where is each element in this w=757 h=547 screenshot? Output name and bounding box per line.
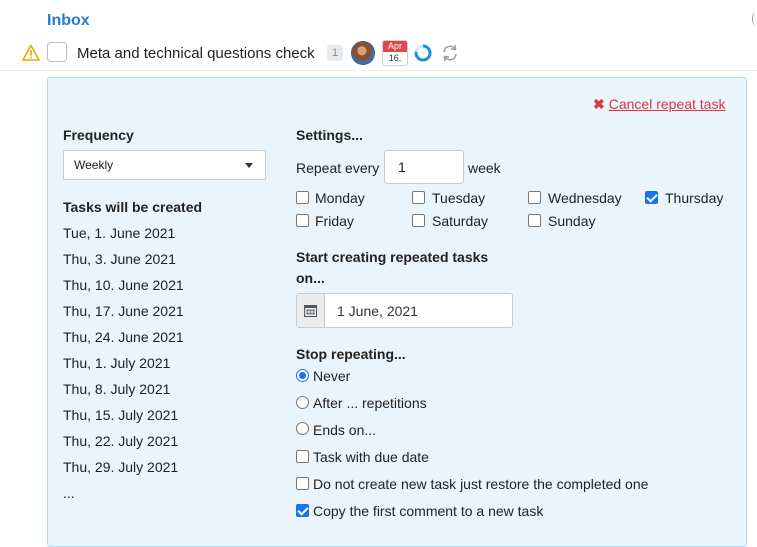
tasks-created-label: Tasks will be created [63, 199, 203, 215]
stop-after-radio[interactable] [296, 396, 309, 409]
copy-comment-label[interactable]: Copy the first comment to a new task [313, 503, 543, 519]
list-item: Thu, 3. June 2021 [63, 251, 176, 267]
restore-completed-checkbox[interactable] [296, 477, 309, 490]
stop-repeating-label: Stop repeating... [296, 346, 406, 362]
repeat-every-label: Repeat every [296, 160, 380, 176]
start-date-label-cont: on... [296, 270, 325, 286]
list-item: Thu, 10. June 2021 [63, 277, 184, 293]
list-item: Thu, 22. July 2021 [63, 433, 179, 449]
stop-ends-on-radio[interactable] [296, 422, 309, 435]
due-date-label[interactable]: Task with due date [313, 449, 429, 465]
cancel-repeat-link[interactable]: ✖ Cancel repeat task [593, 96, 725, 113]
start-date-value: 1 June, 2021 [337, 303, 418, 319]
calendar-icon[interactable]: Apr 16. [382, 40, 408, 66]
repeat-interval-input[interactable]: 1 [384, 150, 464, 184]
copy-comment-checkbox[interactable] [296, 504, 309, 517]
task-complete-checkbox[interactable] [47, 42, 67, 62]
list-item: Thu, 17. June 2021 [63, 303, 184, 319]
edge-icon [752, 12, 757, 26]
due-date-checkbox[interactable] [296, 450, 309, 463]
stop-never-radio[interactable] [296, 369, 309, 382]
wednesday-checkbox[interactable] [528, 191, 541, 204]
start-date-label: Start creating repeated tasks [296, 249, 489, 265]
monday-checkbox[interactable] [296, 191, 309, 204]
list-item: Thu, 15. July 2021 [63, 407, 179, 423]
task-title[interactable]: Meta and technical questions check [77, 45, 315, 62]
close-icon: ✖ [593, 96, 605, 112]
warning-icon [22, 44, 40, 61]
start-date-field[interactable]: 1 June, 2021 [296, 293, 513, 328]
tuesday-label[interactable]: Tuesday [432, 190, 485, 206]
friday-checkbox[interactable] [296, 214, 309, 227]
cancel-repeat-label[interactable]: Cancel repeat task [609, 96, 726, 112]
progress-ring-icon[interactable] [413, 43, 433, 63]
sunday-checkbox[interactable] [528, 214, 541, 227]
stop-never-label[interactable]: Never [313, 368, 350, 384]
avatar[interactable] [351, 41, 375, 65]
calendar-day: 16. [388, 53, 402, 63]
repeat-icon[interactable] [440, 43, 460, 63]
monday-label[interactable]: Monday [315, 190, 365, 206]
comment-count-badge[interactable]: 1 [327, 45, 343, 61]
restore-completed-label[interactable]: Do not create new task just restore the … [313, 476, 648, 492]
list-item-ellipsis: ... [63, 485, 75, 501]
stop-ends-on-label[interactable]: Ends on... [313, 422, 376, 438]
list-item: Thu, 24. June 2021 [63, 329, 184, 345]
list-item: Thu, 1. July 2021 [63, 355, 171, 371]
frequency-value: Weekly [74, 158, 114, 172]
calendar-addon[interactable] [297, 294, 325, 327]
calendar-month: Apr [383, 41, 407, 52]
list-item: Tue, 1. June 2021 [63, 225, 176, 241]
repeat-unit-label: week [468, 160, 501, 176]
project-title[interactable]: Inbox [47, 12, 90, 30]
friday-label[interactable]: Friday [315, 213, 354, 229]
frequency-select[interactable]: Weekly [63, 150, 266, 180]
list-item: Thu, 29. July 2021 [63, 459, 179, 475]
chevron-down-icon [245, 163, 253, 168]
settings-label: Settings... [296, 127, 363, 143]
list-item: Thu, 8. July 2021 [63, 381, 171, 397]
thursday-checkbox[interactable] [645, 191, 658, 204]
saturday-label[interactable]: Saturday [432, 213, 488, 229]
sunday-label[interactable]: Sunday [548, 213, 595, 229]
tuesday-checkbox[interactable] [412, 191, 425, 204]
thursday-label[interactable]: Thursday [665, 190, 723, 206]
wednesday-label[interactable]: Wednesday [548, 190, 622, 206]
frequency-label: Frequency [63, 127, 134, 143]
stop-after-label[interactable]: After ... repetitions [313, 395, 427, 411]
calendar-grid-icon [304, 305, 317, 317]
saturday-checkbox[interactable] [412, 214, 425, 227]
